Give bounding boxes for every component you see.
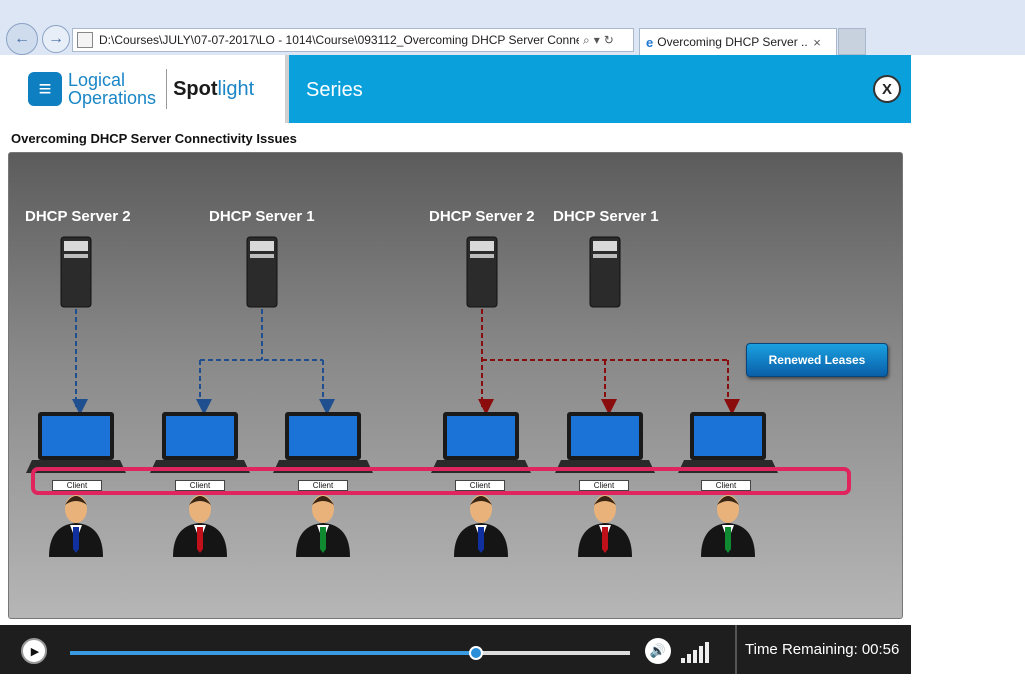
laptop-base-5 (555, 460, 655, 473)
section-title: Series (306, 79, 363, 101)
new-tab-button[interactable] (838, 28, 866, 55)
logo: ≡ Logical Operations Spotlight (0, 55, 285, 123)
server-label-1: DHCP Server 2 (25, 208, 131, 225)
volume-level-icon[interactable] (681, 639, 721, 663)
server-slot-3 (470, 254, 494, 258)
time-remaining-value: 00:56 (861, 641, 900, 658)
user-tie-2 (197, 527, 203, 553)
client-label-6: Client (701, 480, 751, 491)
play-icon: ▶ (30, 645, 40, 658)
laptop-base-1 (26, 460, 126, 473)
refresh-icon[interactable]: ↻ (604, 33, 614, 47)
client-label-4: Client (455, 480, 505, 491)
user-tie-5 (602, 527, 608, 553)
time-remaining: Time Remaining: 00:56 (741, 641, 899, 658)
server-bay-4 (593, 241, 617, 251)
header-divider (285, 55, 289, 123)
laptop-screen-2 (166, 416, 234, 456)
logo-line2: Operations (68, 88, 157, 108)
server-bay-3 (470, 241, 494, 251)
logical-operations-logo-icon: ≡ (28, 72, 62, 106)
course-title: Overcoming DHCP Server Connectivity Issu… (11, 131, 297, 146)
server-slot-1 (64, 254, 88, 258)
ie-icon: e (646, 34, 654, 50)
client-label-1: Client (52, 480, 102, 491)
client-label-5: Client (579, 480, 629, 491)
time-divider (735, 625, 737, 674)
user-tie-1 (73, 527, 79, 553)
volume-button[interactable]: 🔊 (645, 638, 671, 664)
server-label-3: DHCP Server 2 (429, 208, 535, 225)
browser-toolbar: ← → D:\Courses\JULY\07-07-2017\LO - 1014… (0, 0, 1025, 55)
search-icon[interactable]: ⌕ (583, 33, 590, 48)
app-header: ≡ Logical Operations Spotlight Series X (0, 55, 911, 123)
laptop-screen-6 (694, 416, 762, 456)
speaker-icon: 🔊 (649, 643, 667, 658)
diagram-stage: DHCP Server 2 DHCP Server 1 DHCP Server … (8, 152, 903, 619)
time-remaining-label: Time Remaining: (745, 641, 858, 658)
user-tie-4 (478, 527, 484, 553)
laptop-base-4 (431, 460, 531, 473)
logo-line1: Logical (68, 70, 126, 90)
play-button[interactable]: ▶ (21, 638, 47, 664)
forward-arrow-icon: → (48, 30, 64, 47)
server-slot-4 (593, 254, 617, 258)
laptop-base-6 (678, 460, 778, 473)
brand-light: light (217, 77, 255, 100)
laptop-screen-5 (571, 416, 639, 456)
seek-bar[interactable] (70, 646, 630, 660)
browser-tab[interactable]: e Overcoming DHCP Server ... × (639, 28, 837, 55)
spotlight-brand: Spotlight (173, 78, 254, 101)
server-slot-2 (250, 254, 274, 258)
back-arrow-icon: ← (14, 30, 30, 47)
user-tie-6 (725, 527, 731, 553)
client-label-3: Client (298, 480, 348, 491)
dropdown-icon[interactable]: ▾ (594, 33, 600, 47)
tab-close-icon[interactable]: × (813, 35, 821, 50)
address-bar[interactable]: D:\Courses\JULY\07-07-2017\LO - 1014\Cou… (72, 28, 634, 52)
laptop-base-3 (273, 460, 373, 473)
seek-progress (70, 651, 476, 655)
address-text[interactable]: D:\Courses\JULY\07-07-2017\LO - 1014\Cou… (99, 33, 579, 47)
server-bay-2 (250, 241, 274, 251)
logo-divider (166, 69, 168, 109)
server-bay-1 (64, 241, 88, 251)
laptop-screen-3 (289, 416, 357, 456)
client-label-2: Client (175, 480, 225, 491)
media-player-bar: ▶ 🔊 Time Remaining: 00:56 (0, 625, 911, 674)
laptop-screen-1 (42, 416, 110, 456)
renewed-leases-button[interactable]: Renewed Leases (746, 343, 888, 377)
page-icon (77, 32, 93, 48)
forward-button[interactable]: → (42, 25, 70, 53)
laptop-screen-4 (447, 416, 515, 456)
server-label-4: DHCP Server 1 (553, 208, 659, 225)
logo-text: Logical Operations (68, 71, 156, 107)
tab-title: Overcoming DHCP Server ... (657, 35, 808, 49)
seek-handle[interactable] (469, 646, 483, 660)
laptop-base-2 (150, 460, 250, 473)
server-label-2: DHCP Server 1 (209, 208, 315, 225)
brand-bold: Spot (173, 77, 218, 100)
back-button[interactable]: ← (6, 23, 38, 55)
user-tie-3 (320, 527, 326, 553)
close-button[interactable]: X (873, 75, 901, 103)
